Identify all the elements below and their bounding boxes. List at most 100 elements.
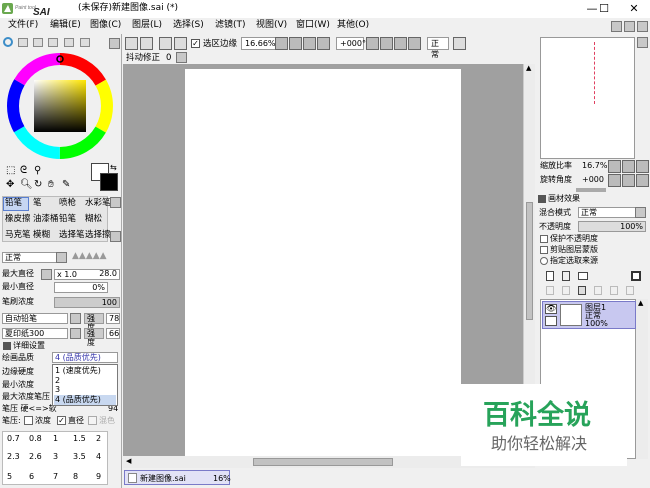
size-preset[interactable]: 0.7 (7, 435, 20, 443)
brush-shape-presets-icon[interactable]: ▲▲▲▲▲ (72, 252, 107, 261)
scratchpad-icon[interactable] (64, 38, 74, 47)
quality-option[interactable]: 1 (速度优先) (55, 367, 101, 375)
flip-button[interactable] (453, 37, 466, 50)
shape-strength-value[interactable]: 78 (106, 313, 120, 324)
hand-icon[interactable]: ✋︎ (48, 180, 54, 190)
new-folder-icon[interactable] (578, 272, 588, 280)
texture-select[interactable]: 夏印纸300 (2, 328, 68, 339)
menu-select[interactable]: 选择(S) (173, 21, 204, 30)
nav-rotate-right-button[interactable] (636, 174, 649, 187)
clipping-mask-checkbox[interactable] (540, 246, 548, 254)
blend-mode-dropdown-icon[interactable] (56, 252, 67, 263)
menu-view[interactable]: 视图(V) (256, 21, 287, 30)
menu-window[interactable]: 窗口(W) (296, 21, 330, 30)
eyedropper-icon[interactable]: ✎ (62, 180, 70, 190)
stabilizer-dropdown-icon[interactable] (176, 52, 187, 63)
rotate-cw-button[interactable] (408, 37, 421, 50)
size-preset[interactable]: 2.3 (7, 453, 20, 461)
size-preset[interactable]: 6 (29, 473, 34, 481)
doc-maximize-button[interactable] (624, 21, 635, 32)
size-preset[interactable]: 2 (96, 435, 101, 443)
rect-select-icon[interactable]: ⬚ (6, 166, 15, 176)
tool-marker[interactable]: 马克笔 (5, 231, 31, 240)
tool-scroll-down-button[interactable] (110, 231, 121, 242)
nav-rotate-reset-button[interactable] (622, 174, 635, 187)
quality-select[interactable]: 4 (品质优先) (52, 352, 118, 363)
quality-option[interactable]: 3 (55, 386, 60, 394)
tool-bucket[interactable]: 油漆桶 (33, 215, 59, 224)
zoom-field[interactable]: 16.66% (241, 37, 277, 50)
layer-row[interactable]: 👁︎ 图层1 正常 100% (542, 301, 636, 329)
vertical-scroll-thumb[interactable] (526, 202, 533, 320)
nav-zoom-reset-button[interactable] (636, 160, 649, 173)
select-edge-checkbox[interactable]: ✓ (191, 39, 200, 48)
size-preset[interactable]: 1.5 (73, 435, 86, 443)
clear-layer-icon[interactable] (578, 286, 586, 295)
tool-blur[interactable]: 糊松 (85, 215, 102, 224)
tool-pencil-2[interactable]: 铅笔 (59, 215, 76, 224)
tool-eraser[interactable]: 橡皮擦 (5, 215, 31, 224)
rotation-dropdown-button[interactable] (366, 37, 379, 50)
zoom-in-button[interactable] (303, 37, 316, 50)
rotate-ccw-button[interactable] (380, 37, 393, 50)
texture-dropdown-icon[interactable] (70, 328, 81, 339)
zoom-icon[interactable]: 🔍︎ (20, 180, 33, 190)
delete-layer-icon[interactable] (594, 286, 602, 295)
tool-scroll-up-button[interactable] (110, 197, 121, 208)
menu-filter[interactable]: 滤镜(T) (215, 21, 246, 30)
layer-list-scrollbar[interactable]: ▲ (636, 299, 648, 459)
toolbar-blend-field[interactable]: 正常 (427, 37, 449, 59)
merge-selected-icon[interactable] (610, 286, 618, 295)
max-diameter-slider[interactable]: x 1.0 28.0 (54, 269, 120, 280)
canvas-paper[interactable] (185, 69, 461, 456)
maximize-button[interactable]: ☐ (590, 0, 618, 18)
doc-close-button[interactable] (637, 21, 648, 32)
size-preset[interactable]: 0.8 (29, 435, 42, 443)
min-diameter-value[interactable]: 0% (54, 282, 108, 293)
tool-select-eraser[interactable]: 选择擦 (85, 231, 111, 240)
tool-select-pen[interactable]: 选择笔 (59, 231, 85, 240)
quality-option[interactable]: 2 (55, 377, 60, 385)
nav-zoom-out-button[interactable] (608, 160, 621, 173)
navigator-preview[interactable] (540, 37, 635, 159)
layer-edit-pen-icon[interactable] (545, 316, 557, 326)
selection-source-radio[interactable] (540, 257, 548, 265)
layer-panel-menu-icon[interactable] (631, 271, 641, 281)
pressure-density-checkbox[interactable] (24, 416, 33, 425)
move-icon[interactable]: ✥ (6, 180, 14, 190)
size-preset[interactable]: 8 (73, 473, 78, 481)
menu-edit[interactable]: 编辑(E) (50, 21, 81, 30)
panel-splitter[interactable] (576, 188, 606, 192)
invert-select-button[interactable] (140, 37, 153, 50)
layer-effects-collapse-icon[interactable] (538, 195, 546, 203)
menu-layer[interactable]: 图层(L) (132, 21, 162, 30)
size-preset[interactable]: 2.6 (29, 453, 42, 461)
user-color-icon[interactable] (80, 38, 90, 47)
texture-strength-value[interactable]: 66 (106, 328, 120, 339)
nav-zoom-in-button[interactable] (622, 160, 635, 173)
size-preset[interactable]: 1 (53, 435, 58, 443)
quality-option-selected[interactable]: 4 (品质优先) (55, 396, 101, 404)
doc-restore-button[interactable] (611, 21, 622, 32)
scroll-left-arrow-icon[interactable]: ◀ (126, 458, 131, 465)
details-collapse-icon[interactable] (3, 342, 11, 350)
tool-smudge[interactable]: 模糊 (33, 231, 50, 240)
zoom-fit-button[interactable] (317, 37, 330, 50)
swap-colors-icon[interactable]: ⇆ (110, 164, 117, 172)
close-button[interactable]: ✕ (618, 0, 650, 18)
primary-color-swatch[interactable] (100, 173, 118, 191)
brush-shape-select[interactable]: 自动铅笔 (2, 313, 68, 324)
tool-pen[interactable]: 笔 (33, 199, 42, 208)
layer-opacity-slider[interactable]: 100% (578, 221, 646, 232)
merge-visible-icon[interactable] (626, 286, 634, 295)
color-wheel[interactable] (6, 52, 114, 160)
rotate-icon[interactable]: ↻ (34, 180, 42, 190)
zoom-out-button[interactable] (289, 37, 302, 50)
transfer-down-icon[interactable] (546, 286, 554, 295)
new-layer-icon[interactable] (546, 271, 554, 281)
lasso-icon[interactable]: ᘓ (20, 166, 27, 176)
size-preset[interactable]: 4 (96, 453, 101, 461)
diameter-lock-icon[interactable] (41, 269, 52, 280)
layer-blend-dropdown-icon[interactable] (635, 207, 646, 218)
density-slider[interactable]: 100 (54, 297, 120, 308)
